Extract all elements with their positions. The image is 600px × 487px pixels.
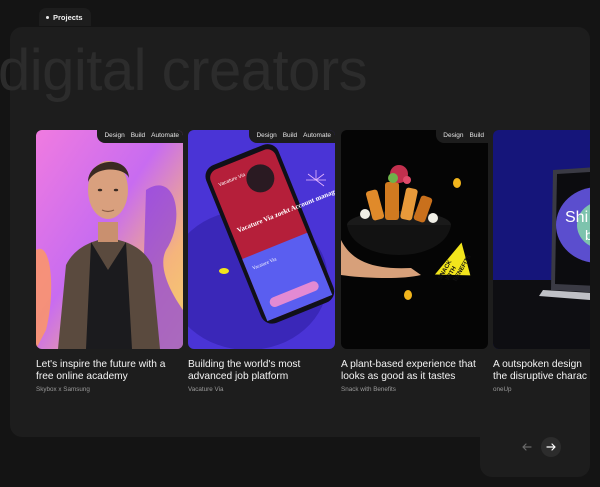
projects-carousel: Design Build Automate Let's inspire the … — [36, 130, 590, 400]
card-title[interactable]: A plant-based experience that looks as g… — [341, 359, 488, 382]
project-thumbnail[interactable]: Design Build Automate — [36, 130, 183, 349]
card-client: Vacature Via — [188, 386, 224, 393]
card-client: Skybox x Samsung — [36, 386, 90, 393]
card-image-phone: Vacature Via Vacature Via zoekt Account … — [188, 130, 335, 349]
projects-tab-label: Projects — [53, 12, 83, 22]
project-thumbnail[interactable]: Vacature Via Vacature Via zoekt Account … — [188, 130, 335, 349]
tag-design: Design — [256, 132, 277, 139]
arrow-left-icon — [522, 443, 532, 451]
tag-build: Build — [130, 132, 146, 139]
hero-heading: digital creators — [0, 38, 368, 103]
card-title-line1: A outspoken design — [493, 359, 582, 370]
tag-build: Build — [469, 132, 484, 139]
projects-tab[interactable]: Projects — [39, 8, 91, 26]
laptop-text-2: bi — [585, 227, 590, 243]
project-card-vacature-via[interactable]: Vacature Via Vacature Via zoekt Account … — [188, 130, 335, 393]
card-tags: Design Build Automate — [249, 130, 335, 143]
dot-icon — [46, 15, 49, 19]
laptop-text-1: Shi — [565, 209, 588, 226]
card-title[interactable]: A outspoken design the disruptive charac — [493, 359, 590, 382]
card-title-line2: advanced job platform — [188, 370, 289, 382]
card-title-line2: the disruptive charac — [493, 370, 588, 382]
project-card-skybox[interactable]: Design Build Automate Let's inspire the … — [36, 130, 183, 393]
project-thumbnail[interactable]: SNACK WITH BENEFITS Design Build — [341, 130, 488, 349]
card-title-line1: Let's inspire the future with a — [36, 359, 166, 370]
card-image-portrait — [36, 130, 183, 349]
carousel-prev-button[interactable] — [517, 437, 537, 457]
tag-design: Design — [104, 132, 125, 139]
card-title[interactable]: Let's inspire the future with a free onl… — [36, 359, 183, 382]
project-card-snack-with-benefits[interactable]: SNACK WITH BENEFITS Design Build A plant… — [341, 130, 488, 393]
card-tags: Design Build — [436, 130, 488, 143]
carousel-next-button[interactable] — [541, 437, 561, 457]
tag-design: Design — [443, 132, 464, 139]
card-image-laptop: Shi bi — [493, 130, 590, 349]
card-title-line1: Building the world's most — [188, 359, 301, 370]
card-title-line2: free online academy — [36, 370, 128, 382]
tag-build: Build — [282, 132, 298, 139]
card-client: Snack with Benefits — [341, 386, 396, 393]
card-title-line2: looks as good as it tastes — [341, 370, 456, 382]
tag-automate: Automate — [303, 132, 331, 139]
card-title-line1: A plant-based experience that — [341, 359, 476, 370]
arrow-right-icon — [546, 443, 556, 451]
card-image-food-bowl: SNACK WITH BENEFITS — [341, 130, 488, 349]
card-client: oneUp — [493, 386, 512, 393]
project-thumbnail[interactable]: Shi bi — [493, 130, 590, 349]
card-title[interactable]: Building the world's most advanced job p… — [188, 359, 335, 382]
project-card-oneup[interactable]: Shi bi A outspoken design the disruptive… — [493, 130, 590, 393]
card-tags: Design Build Automate — [97, 130, 183, 143]
tag-automate: Automate — [151, 132, 179, 139]
